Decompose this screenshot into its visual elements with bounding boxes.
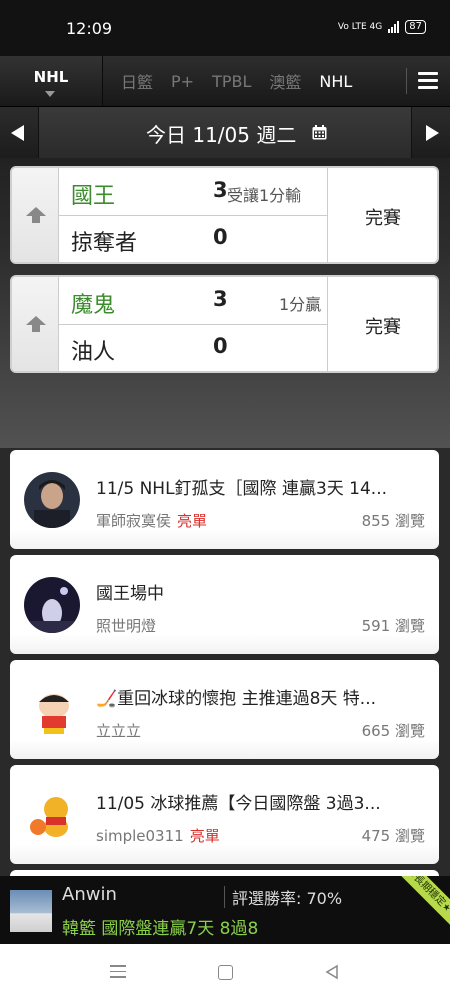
post-item[interactable]: 🏒重回冰球的懷抱 主推連過8天 特... 立立立 665 瀏覽 [10,660,439,759]
calendar-icon[interactable] [312,125,327,140]
night-scene-avatar [24,577,80,633]
date-bar: 今日 11/05 週二 [0,106,450,159]
tab-tpbl[interactable]: TPBL [212,72,251,91]
post-author: 立立立 [96,722,142,740]
featured-analyst-banner[interactable]: Anwin 評選勝率: 70% 韓籃 國際盤連贏7天 8過8 ★長期穩定★ [0,876,450,944]
game-row-away: 掠奪者 0 [59,215,327,262]
post-views: 475 瀏覽 [361,827,425,845]
caret-down-icon [45,91,55,97]
posts-list: 11/5 NHL釘孤支［國際 連贏3天 14... 軍師寂寞侯 亮單 855 瀏覽… [0,448,450,876]
stable-ribbon: ★長期穩定★ [390,876,450,930]
analyst-thumbnail [10,890,52,932]
tab-p-plus[interactable]: P+ [171,72,194,91]
tab-au-basketball[interactable]: 澳籃 [269,69,301,93]
post-item[interactable]: 國王場中 照世明燈 591 瀏覽 [10,555,439,654]
back-icon[interactable] [324,964,340,980]
post-author-line: 立立立 [96,720,141,741]
team-name: 魔鬼 [71,293,116,318]
game-card[interactable]: 國王 3 受讓1分輸 掠奪者 0 完賽 [10,166,439,264]
post-tag: 亮單 [189,827,220,845]
post-author: 軍師寂寞侯 [96,512,172,530]
system-nav-bar [0,944,450,1000]
post-author-line: 照世明燈 [96,615,156,636]
team-name: 油人 [71,340,116,365]
team-score: 3 [213,287,228,311]
game-status-cell: 完賽 [327,277,437,371]
battery-icon: 87 [405,20,426,34]
network-indicator: Vo LTE 4G [337,22,383,32]
post-views: 665 瀏覽 [361,722,425,740]
spread-result: 受讓1分輸 [227,186,302,205]
post-views: 855 瀏覽 [361,512,425,530]
game-row-home: 魔鬼 3 1分贏 [59,277,327,325]
tab-active-league[interactable]: NHL [0,56,103,106]
arrow-up-icon [26,316,46,332]
game-status: 完賽 [365,317,401,338]
banner-divider [224,886,225,908]
arrow-left-icon [11,125,24,141]
signal-icon [388,21,400,33]
arrow-right-icon [426,125,439,141]
analyst-headline: 韓籃 國際盤連贏7天 8過8 [62,919,259,939]
team-score: 0 [213,334,228,358]
prev-day-button[interactable] [0,107,39,159]
post-tag: 亮單 [177,512,208,530]
cartoon-bear-avatar [24,787,80,843]
post-title: 國王場中 [96,584,164,604]
post-author-line: simple0311 亮單 [96,825,220,846]
arrow-up-icon [26,207,46,223]
post-author: simple0311 [96,827,184,845]
post-title: 11/05 冰球推薦【今日國際盤 3過3... [96,794,381,814]
analyst-win-rate: 評選勝率: 70% [232,889,343,908]
game-expand-area[interactable] [12,168,59,262]
team-score: 0 [213,225,228,249]
team-score: 3 [213,178,228,202]
post-author-line: 軍師寂寞侯 亮單 [96,510,207,531]
status-time: 12:09 [66,19,113,38]
team-name: 國王 [71,184,116,209]
game-status: 完賽 [365,208,401,229]
post-views: 591 瀏覽 [361,617,425,635]
ribbon-label: 長期穩定 [411,876,448,909]
cartoon-boy-avatar [24,682,80,738]
next-day-button[interactable] [411,107,450,159]
home-icon[interactable] [218,965,233,980]
post-item[interactable]: 11/05 冰球推薦【今日國際盤 3過3... simple0311 亮單 475… [10,765,439,864]
games-list: 國王 3 受讓1分輸 掠奪者 0 完賽 魔鬼 3 1分贏 油人 0 完賽 [0,158,450,448]
post-item[interactable]: 11/5 NHL釘孤支［國際 連贏3天 14... 軍師寂寞侯 亮單 855 瀏覽 [10,450,439,549]
post-title: 🏒重回冰球的懷抱 主推連過8天 特... [96,689,377,709]
tab-jp-basketball[interactable]: 日籃 [121,69,153,93]
recent-apps-icon[interactable] [110,965,126,982]
game-expand-area[interactable] [12,277,59,371]
hamburger-menu-icon[interactable] [418,72,438,90]
game-row-home: 國王 3 受讓1分輸 [59,168,327,216]
game-row-away: 油人 0 [59,324,327,371]
date-label[interactable]: 今日 11/05 週二 [146,119,296,148]
tab-nhl[interactable]: NHL [319,72,352,91]
man-portrait-avatar [24,472,80,528]
tab-divider [406,68,407,94]
tab-list: 日籃 P+ TPBL 澳籃 NHL [112,56,361,106]
game-status-cell: 完賽 [327,168,437,262]
game-card[interactable]: 魔鬼 3 1分贏 油人 0 完賽 [10,275,439,373]
status-icons: Vo LTE 4G 87 [338,20,426,34]
spread-result: 1分贏 [279,295,322,314]
post-title: 11/5 NHL釘孤支［國際 連贏3天 14... [96,479,388,499]
post-author: 照世明燈 [96,617,157,635]
status-bar: 12:09 Vo LTE 4G 87 [0,0,450,56]
league-tab-bar: NHL 日籃 P+ TPBL 澳籃 NHL [0,56,450,106]
team-name: 掠奪者 [71,231,138,256]
analyst-name: Anwin [62,884,117,905]
tab-active-label: NHL [33,68,69,86]
